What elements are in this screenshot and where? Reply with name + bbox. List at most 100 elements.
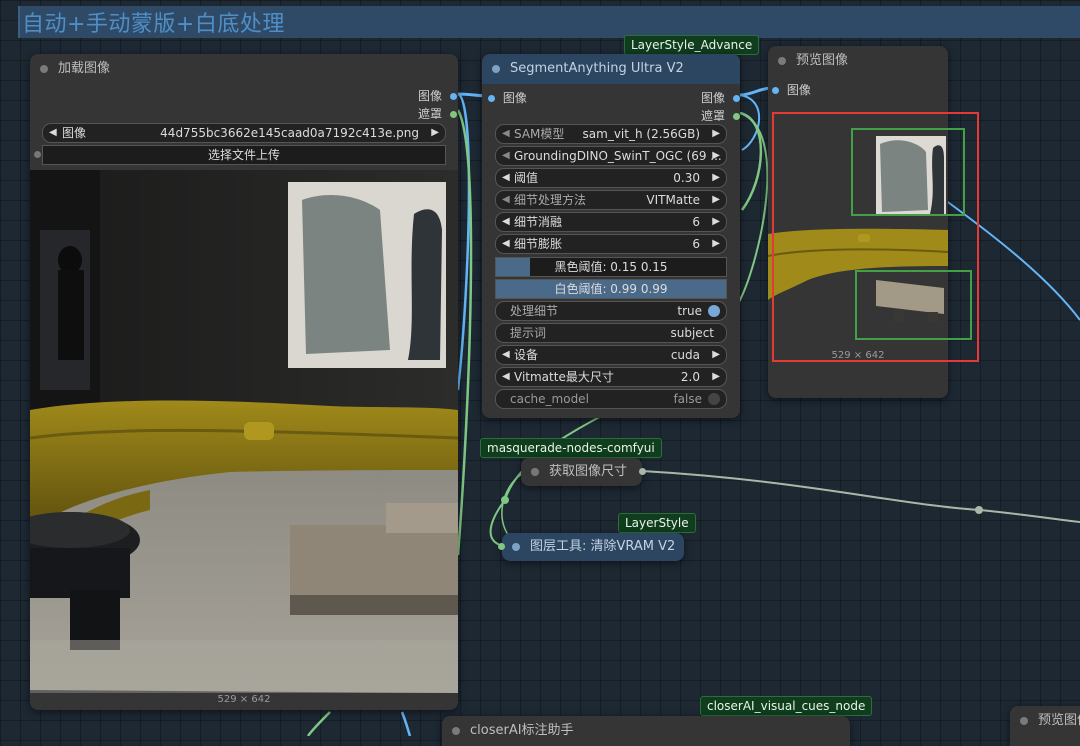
next-arrow-icon[interactable]: ▶ <box>712 125 720 143</box>
detail-erode-value: 6 <box>692 215 700 229</box>
preview-input-socket[interactable] <box>772 87 779 94</box>
prev-arrow-icon[interactable]: ◀ <box>502 346 510 364</box>
seg-output-mask-label: 遮罩 <box>701 109 726 123</box>
preview-input-image[interactable]: 图像 <box>772 81 811 98</box>
detail-dilate-value: 6 <box>692 237 700 251</box>
load-image-dimensions: 529 × 642 <box>217 694 271 705</box>
output-socket-image[interactable] <box>449 93 457 100</box>
grounding-dino-select[interactable]: ◀ GroundingDINO_SwinT_OGC (69 ... ▶ <box>495 146 727 166</box>
prev-arrow-icon[interactable]: ◀ <box>502 147 510 165</box>
size-input-socket[interactable] <box>531 468 538 475</box>
vitmatte-max-field[interactable]: ◀ Vitmatte最大尺寸 2.0 ▶ <box>495 367 727 387</box>
preview-title-bar[interactable]: 预览图像 <box>768 46 948 76</box>
highlight-box-green-table <box>855 270 972 340</box>
threshold-label: 阈值 <box>514 171 539 185</box>
prompt-label: 提示词 <box>510 326 547 340</box>
seg-output-image[interactable]: 图像 <box>701 89 740 106</box>
closer-node-tag: closerAI_visual_cues_node <box>700 696 873 716</box>
vitmatte-max-value: 2.0 <box>680 370 700 384</box>
preview-title: 预览图像 <box>796 53 849 68</box>
black-threshold-slider[interactable]: 黑色阈值: 0.15 0.15 <box>495 257 727 277</box>
prev-arrow-icon[interactable]: ◀ <box>502 125 510 143</box>
wire-bottom-green <box>306 711 331 736</box>
vitmatte-max-label: Vitmatte最大尺寸 <box>514 370 614 384</box>
clear-vram-node[interactable]: 图层工具: 清除VRAM V2 <box>502 533 684 561</box>
seg-input-socket[interactable] <box>488 95 495 102</box>
process-detail-label: 处理细节 <box>510 304 559 318</box>
load-image-title-bar[interactable]: 加载图像 <box>30 54 458 84</box>
seg-output-image-label: 图像 <box>701 91 726 105</box>
seg-output-socket-mask[interactable] <box>732 113 740 120</box>
cache-model-toggle[interactable]: cache_model false <box>495 389 727 409</box>
black-threshold-fill <box>496 258 530 276</box>
load-output-mask-label: 遮罩 <box>418 107 443 121</box>
cache-model-value: false <box>673 392 702 406</box>
size-output-socket[interactable] <box>639 468 646 475</box>
image-file-select[interactable]: ◀ 图像 44d755bc3662e145caad0a7192c413e.png… <box>42 123 446 143</box>
increment-arrow-icon[interactable]: ▶ <box>712 368 720 386</box>
seg-collapse-dot[interactable] <box>492 65 500 73</box>
device-select[interactable]: ◀ 设备 cuda ▶ <box>495 345 727 365</box>
prev-arrow-icon[interactable]: ◀ <box>49 124 57 142</box>
vram-title-bar[interactable]: 图层工具: 清除VRAM V2 <box>502 533 684 561</box>
decrement-arrow-icon[interactable]: ◀ <box>502 235 510 253</box>
get-image-size-node[interactable]: 获取图像尺寸 <box>521 458 642 486</box>
image-select-label: 图像 <box>62 126 87 140</box>
seg-title-bar[interactable]: SegmentAnything Ultra V2 <box>482 54 740 84</box>
device-label: 设备 <box>514 348 539 362</box>
preview2-title: 预览图像 <box>1038 713 1080 728</box>
upload-button[interactable]: 选择文件上传 <box>42 145 446 165</box>
increment-arrow-icon[interactable]: ▶ <box>712 169 720 187</box>
next-arrow-icon[interactable]: ▶ <box>712 147 720 165</box>
increment-arrow-icon[interactable]: ▶ <box>712 235 720 253</box>
load-image-title: 加载图像 <box>58 61 111 76</box>
seg-input-image-label: 图像 <box>502 91 527 105</box>
image-select-value: 44d755bc3662e145caad0a7192c413e.png <box>160 126 419 140</box>
seg-output-mask[interactable]: 遮罩 <box>701 107 740 124</box>
threshold-field[interactable]: ◀ 阈值 0.30 ▶ <box>495 168 727 188</box>
detail-method-select[interactable]: ◀ 细节处理方法 VITMatte ▶ <box>495 190 727 210</box>
seg-output-socket-image[interactable] <box>732 95 740 102</box>
detail-dilate-field[interactable]: ◀ 细节膨胀 6 ▶ <box>495 234 727 254</box>
device-value: cuda <box>670 348 700 362</box>
size-title: 获取图像尺寸 <box>549 464 628 479</box>
next-arrow-icon[interactable]: ▶ <box>712 346 720 364</box>
output-socket-mask[interactable] <box>449 111 457 118</box>
closer-title-bar[interactable]: closerAI标注助手 <box>442 716 850 746</box>
next-arrow-icon[interactable]: ▶ <box>431 124 439 142</box>
toggle-on-icon[interactable] <box>708 305 720 317</box>
toggle-off-icon[interactable] <box>708 393 720 405</box>
sam-model-select[interactable]: ◀ SAM模型 sam_vit_h (2.56GB) ▶ <box>495 124 727 144</box>
size-node-tag: masquerade-nodes-comfyui <box>480 438 662 458</box>
size-title-bar[interactable]: 获取图像尺寸 <box>521 458 642 486</box>
process-detail-toggle[interactable]: 处理细节 true <box>495 301 727 321</box>
vram-input-socket[interactable] <box>498 543 505 550</box>
grounding-dino-label: GroundingDINO_SwinT_OGC (69 ... <box>514 149 722 163</box>
vram-collapse-dot[interactable] <box>512 543 520 551</box>
prompt-field[interactable]: 提示词 subject <box>495 323 727 343</box>
preview2-collapse-dot[interactable] <box>1020 717 1028 725</box>
decrement-arrow-icon[interactable]: ◀ <box>502 169 510 187</box>
seg-input-image[interactable]: 图像 <box>488 89 527 106</box>
increment-arrow-icon[interactable]: ▶ <box>712 213 720 231</box>
closer-collapse-dot[interactable] <box>452 727 460 735</box>
load-output-image[interactable]: 图像 <box>418 87 457 104</box>
threshold-value: 0.30 <box>673 171 700 185</box>
cache-model-label: cache_model <box>510 392 589 406</box>
next-arrow-icon[interactable]: ▶ <box>712 191 720 209</box>
preview-collapse-dot[interactable] <box>778 57 786 65</box>
sam-model-label: SAM模型 <box>514 127 565 141</box>
preview2-title-bar[interactable]: 预览图像 <box>1010 706 1080 736</box>
node-collapse-dot[interactable] <box>40 65 48 73</box>
decrement-arrow-icon[interactable]: ◀ <box>502 213 510 231</box>
closer-ai-node[interactable]: closerAI标注助手 <box>442 716 850 746</box>
process-detail-value: true <box>677 304 702 318</box>
upload-socket-dot <box>34 151 41 158</box>
load-output-image-label: 图像 <box>418 89 443 103</box>
preview-image-node-2[interactable]: 预览图像 <box>1010 706 1080 746</box>
decrement-arrow-icon[interactable]: ◀ <box>502 368 510 386</box>
white-threshold-slider[interactable]: 白色阈值: 0.99 0.99 <box>495 279 727 299</box>
load-output-mask[interactable]: 遮罩 <box>418 105 457 122</box>
prev-arrow-icon[interactable]: ◀ <box>502 191 510 209</box>
detail-erode-field[interactable]: ◀ 细节消融 6 ▶ <box>495 212 727 232</box>
